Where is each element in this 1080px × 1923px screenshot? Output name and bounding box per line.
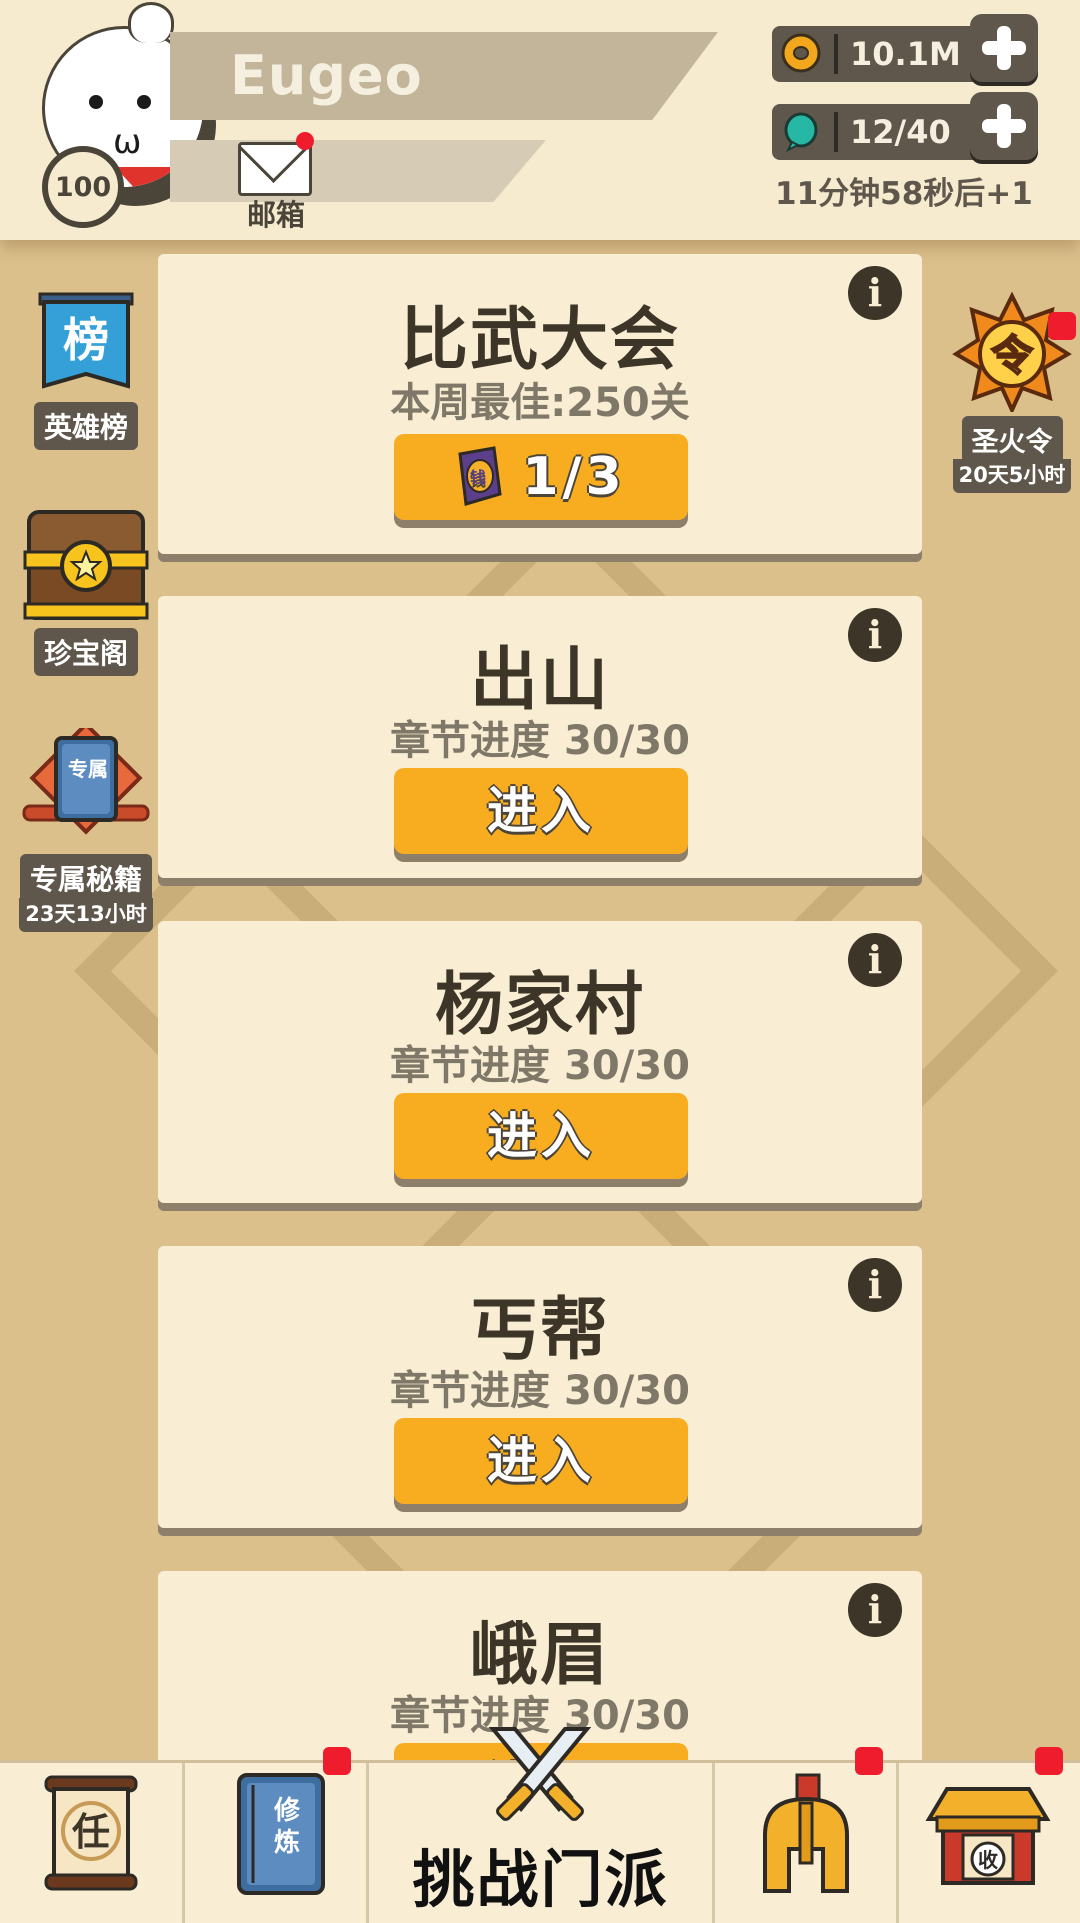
svg-text:榜: 榜	[63, 313, 109, 367]
treasure-pavilion-button[interactable]: 珍宝阁	[22, 508, 150, 676]
tournament-ticket-button[interactable]: 钱 1/3	[394, 434, 688, 520]
exclusive-manual-button[interactable]: 专属 专属秘籍 23天13小时	[16, 721, 156, 932]
ranking-banner-icon: 榜	[38, 292, 134, 389]
exclusive-manual-timer: 23天13小时	[19, 898, 153, 932]
gold-amount: 10.1M	[850, 35, 961, 73]
nav-challenge-sect[interactable]: 挑战门派	[369, 1727, 712, 1923]
exclusive-manual-label: 专属秘籍	[19, 854, 152, 902]
card-subtitle: 章节进度 30/30	[390, 718, 690, 764]
coin-icon	[781, 33, 821, 73]
task-scroll-icon: 任	[44, 1775, 138, 1891]
enter-button[interactable]: 进入	[394, 1418, 688, 1504]
tournament-card: i 比武大会 本周最佳:250关 钱 1/3	[158, 254, 922, 554]
mailbox-button[interactable]: 邮箱	[236, 132, 314, 232]
nav-equipment[interactable]	[715, 1747, 896, 1923]
hero-ranking-button[interactable]: 榜 英雄榜	[22, 290, 150, 450]
ticket-count: 1/3	[522, 447, 626, 507]
enter-button[interactable]: 进入	[394, 1093, 688, 1179]
training-notification-dot	[323, 1747, 351, 1775]
avatar-ear-icon	[128, 2, 174, 43]
exclusive-book-icon: 专属	[22, 721, 150, 835]
ticket-coin-icon: 钱	[458, 446, 502, 506]
energy-regen-timer: 11分钟58秒后+1	[775, 176, 1033, 212]
chapter-card: i 杨家村 章节进度 30/30 进入	[158, 921, 922, 1203]
svg-text:任: 任	[72, 1810, 110, 1854]
chapter-card: i 出山 章节进度 30/30 进入	[158, 596, 922, 878]
svg-text:炼: 炼	[274, 1828, 300, 1858]
holy-fire-token-button[interactable]: 令 圣火令 20天5小时	[944, 291, 1080, 493]
treasure-chest-icon	[23, 510, 149, 620]
helmet-icon	[763, 1773, 849, 1893]
bottom-navigation: 任 修 炼 挑战门派 收	[0, 1727, 1080, 1923]
envelope-icon	[238, 142, 312, 196]
equipment-notification-dot	[855, 1747, 883, 1775]
svg-text:令: 令	[991, 331, 1034, 380]
treasure-pavilion-label: 珍宝阁	[33, 628, 138, 676]
nav-tasks[interactable]: 任	[0, 1763, 182, 1923]
sub-banner	[170, 140, 546, 202]
card-title: 比武大会	[399, 301, 680, 380]
svg-text:钱: 钱	[470, 468, 490, 487]
card-subtitle: 章节进度 30/30	[390, 1368, 690, 1414]
player-name: Eugeo	[230, 44, 423, 107]
add-gold-button[interactable]	[970, 14, 1038, 82]
svg-text:修: 修	[273, 1795, 301, 1826]
chapter-card: i 丐帮 章节进度 30/30 进入	[158, 1246, 922, 1528]
energy-amount: 12/40	[850, 113, 951, 151]
energy-counter: 12/40	[772, 104, 996, 160]
hero-ranking-label: 英雄榜	[33, 402, 138, 450]
energy-drop-icon	[784, 112, 818, 152]
nav-training[interactable]: 修 炼	[185, 1747, 366, 1923]
add-energy-button[interactable]	[970, 92, 1038, 160]
gold-counter: 10.1M	[772, 26, 996, 82]
nav-collect[interactable]: 收	[899, 1747, 1080, 1923]
player-level-badge: 100	[42, 146, 124, 228]
collect-notification-dot	[1035, 1747, 1063, 1775]
top-header: ω 100 Eugeo 邮箱 10.1M 12/40 11分钟58秒后+1	[0, 0, 1080, 240]
crossed-swords-icon	[488, 1727, 592, 1821]
svg-text:专属: 专属	[68, 757, 108, 781]
enter-button[interactable]: 进入	[394, 768, 688, 854]
mail-notification-dot	[296, 132, 314, 150]
holy-fire-token-timer: 20天5小时	[952, 459, 1072, 493]
holy-fire-token-label: 圣火令	[961, 416, 1063, 463]
card-subtitle: 章节进度 30/30	[390, 1043, 690, 1089]
collect-house-icon: 收	[925, 1787, 1051, 1885]
holy-fire-notification-dot	[1048, 312, 1076, 340]
challenge-sect-label: 挑战门派	[412, 1843, 669, 1916]
mailbox-label: 邮箱	[246, 198, 305, 232]
holy-fire-token-icon: 令	[952, 291, 1072, 415]
svg-text:收: 收	[978, 1848, 998, 1872]
training-book-icon: 修 炼	[237, 1773, 325, 1895]
card-subtitle: 本周最佳:250关	[390, 380, 690, 426]
